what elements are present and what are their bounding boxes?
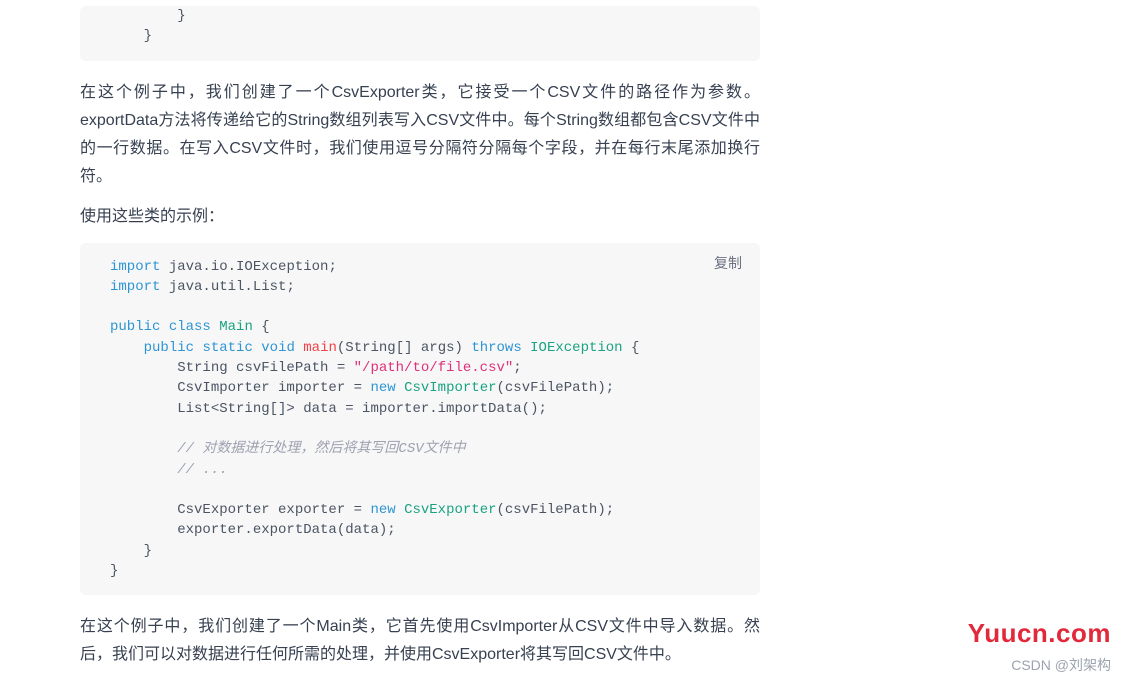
copy-button[interactable]: 复制 (714, 253, 742, 273)
code-line: } (110, 8, 186, 24)
string-literal: "/path/to/file.csv" (354, 360, 514, 376)
attribution-text: CSDN @刘架构 (1011, 655, 1111, 675)
comment: // 对数据进行处理，然后将其写回CSV文件中 (110, 441, 466, 457)
class-name: Main (219, 319, 253, 335)
method-main: main (303, 340, 337, 356)
code-line: } (110, 28, 152, 44)
article-container: } } 在这个例子中，我们创建了一个CsvExporter类，它接受一个CSV文… (0, 6, 760, 669)
code-block-1: } } (80, 6, 760, 61)
code-block-2: 复制import java.io.IOException; import jav… (80, 243, 760, 596)
comment: // ... (110, 462, 228, 478)
paragraph-1: 在这个例子中，我们创建了一个CsvExporter类，它接受一个CSV文件的路径… (80, 79, 760, 191)
watermark-logo: Yuucn.com (968, 618, 1111, 649)
paragraph-3: 在这个例子中，我们创建了一个Main类，它首先使用CsvImporter从CSV… (80, 613, 760, 669)
paragraph-2: 使用这些类的示例： (80, 203, 760, 231)
keyword-import: import (110, 259, 160, 275)
